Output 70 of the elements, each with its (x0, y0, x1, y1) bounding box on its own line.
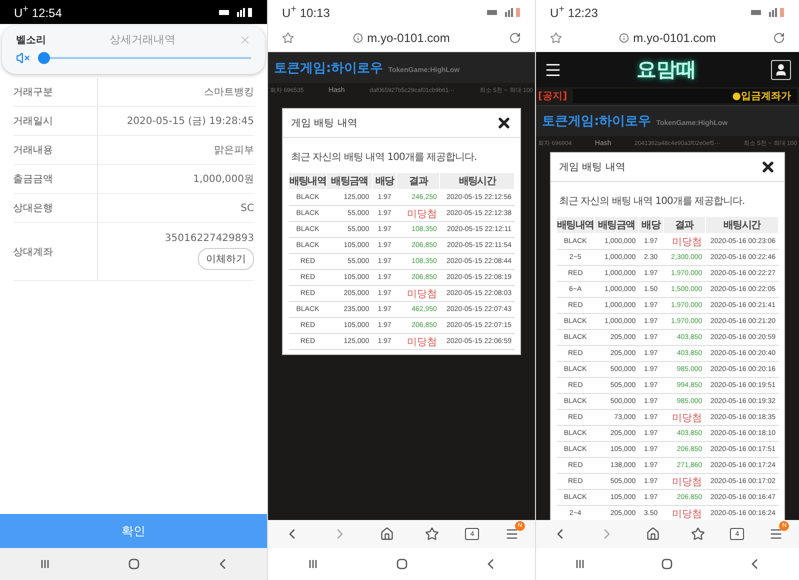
home-icon[interactable] (646, 527, 660, 541)
site-logo: 요맘때 (636, 56, 696, 83)
recent-apps-icon[interactable] (306, 558, 318, 570)
table-cell: 미당첨 (396, 206, 440, 222)
mute-icon[interactable] (16, 51, 30, 65)
column-header: 배팅금액 (594, 216, 639, 234)
close-icon[interactable] (760, 159, 776, 175)
field-value: 2020-05-15 (금) 19:28:45 (126, 115, 254, 128)
field-label: 거래내용 (13, 136, 98, 164)
modal-title: 게임 배팅 내역 (559, 161, 626, 174)
home-icon[interactable] (661, 558, 674, 570)
menu-icon[interactable] (769, 527, 784, 541)
reload-icon[interactable] (772, 32, 785, 44)
column-header: 배팅시간 (440, 172, 514, 190)
game-title: 토큰게임:하이로우 (274, 60, 384, 77)
field-value: SC (240, 202, 254, 214)
bookmark-icon[interactable] (282, 32, 294, 44)
recent-apps-icon[interactable] (574, 558, 586, 570)
field-label: 거래일시 (13, 107, 98, 135)
table-cell: 미당첨 (663, 234, 706, 250)
status-icons (485, 7, 521, 17)
modal-title: 게임 배팅 내역 (291, 117, 358, 130)
home-icon[interactable] (396, 558, 408, 570)
table-cell: 미당첨 (396, 334, 440, 350)
reload-icon[interactable] (508, 32, 521, 44)
modal-note: 최근 자신의 배팅 내역 100개를 제공합니다. (558, 195, 746, 209)
close-icon[interactable] (496, 115, 512, 131)
home-icon[interactable] (128, 558, 140, 570)
url-field[interactable]: m.yo-0101.com (633, 31, 716, 45)
status-time: U$^{+}$ 12:23 (550, 4, 598, 20)
field-value: 맑은피부 (214, 144, 254, 157)
field-label: 상대은행 (13, 194, 98, 222)
status-icons (749, 7, 785, 17)
column-header: 배당 (638, 216, 664, 234)
column-header: 배팅내역 (556, 216, 594, 234)
column-header: 배팅내역 (288, 172, 327, 190)
status-time: U$^{+}$ 10:13 (282, 4, 330, 20)
field-label: 상대계좌 (13, 223, 98, 280)
status-icons (217, 7, 253, 17)
field-label: 거래구분 (13, 78, 98, 106)
info-icon[interactable] (619, 33, 630, 43)
field-value: 1,000,000원 (193, 173, 254, 186)
home-icon[interactable] (380, 527, 394, 541)
star-icon[interactable] (691, 527, 706, 541)
url-field[interactable]: m.yo-0101.com (367, 31, 450, 45)
game-title: 토큰게임:하이로우 (542, 113, 652, 130)
table-cell: 미당첨 (663, 474, 706, 490)
notice-tag: [공지] (538, 89, 568, 103)
field-value: 35016227429893 (164, 233, 254, 244)
column-header: 배당 (372, 172, 397, 190)
column-header: 결과 (663, 216, 706, 234)
table-cell: 미당첨 (663, 410, 706, 426)
column-header: 결과 (396, 172, 440, 190)
notice-text: ●입금계좌가 (732, 90, 791, 103)
status-time: U$^{+}$ 12:54 (14, 4, 62, 20)
bookmark-icon[interactable] (550, 32, 562, 44)
column-header: 배팅금액 (326, 172, 372, 190)
slider-thumb[interactable] (38, 52, 50, 64)
transfer-button[interactable]: 이체하기 (198, 248, 254, 270)
modal-note: 최근 자신의 배팅 내역 100개를 제공합니다. (290, 151, 478, 165)
field-value: 스마트뱅킹 (204, 86, 254, 99)
volume-label: 벨소리 (16, 34, 46, 46)
column-header: 배팅시간 (705, 216, 778, 234)
menu-icon[interactable] (505, 527, 520, 541)
table-cell: 미당첨 (396, 286, 440, 302)
info-icon[interactable] (353, 33, 364, 43)
recent-apps-icon[interactable] (38, 558, 50, 570)
page-title: 상세거래내역 (110, 32, 176, 47)
star-icon[interactable] (425, 527, 440, 541)
field-label: 출금금액 (13, 165, 98, 193)
